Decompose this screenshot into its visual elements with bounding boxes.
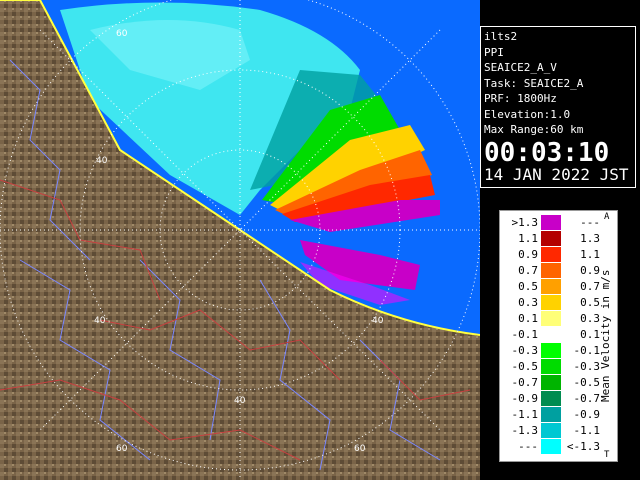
range-label-40-n: 40	[96, 156, 108, 166]
legend-upper-value: 0.3	[580, 312, 600, 325]
elevation-value: Elevation:1.0	[484, 107, 571, 121]
legend-lower-value: ---	[518, 440, 538, 453]
legend-upper-value: 0.1	[580, 328, 600, 341]
legend-upper-value: 0.9	[580, 264, 600, 277]
legend-row: 0.7 0.9	[500, 263, 600, 278]
legend-lower-value: 0.9	[518, 248, 538, 261]
legend-color-swatch	[541, 295, 561, 310]
legend-lower-value: -0.5	[511, 360, 539, 373]
range-label-40-e: 40	[372, 316, 384, 326]
legend-lower-value: -1.3	[511, 424, 539, 437]
legend-row: 0.5 0.7	[500, 279, 600, 294]
legend-row: 0.3 0.5	[500, 295, 600, 310]
radar-info-panel: ilts2 PPI SEAICE2_A_V Task: SEAICE2_A PR…	[480, 26, 636, 188]
legend-row: -0.7 -0.5	[500, 375, 600, 390]
legend-row: >1.3 ---	[500, 215, 600, 230]
legend-color-swatch	[541, 343, 561, 358]
scan-date: 14 JAN 2022 JST	[484, 164, 629, 184]
legend-color-swatch	[541, 439, 561, 454]
legend-row: -0.9 -0.7	[500, 391, 600, 406]
scan-time: 00:03:10	[484, 137, 610, 168]
legend-lower-value: 1.1	[518, 232, 538, 245]
legend-color-swatch	[541, 391, 561, 406]
legend-lower-value: 0.3	[518, 296, 538, 309]
velocity-color-legend: >1.3 --- 1.1 1.3 0.9 1.1 0.7 0.9 0.5 0.7 0.3 0.5 0.1…	[499, 210, 618, 462]
legend-lower-value: -0.9	[511, 392, 539, 405]
product-type: PPI	[484, 45, 504, 59]
range-label-60-nw: 60	[116, 29, 128, 39]
legend-row: -0.3 -0.1	[500, 343, 600, 358]
legend-away-mark: A	[604, 212, 610, 222]
range-label-40-w: 40	[94, 316, 106, 326]
legend-color-swatch	[541, 407, 561, 422]
range-label-40-s: 40	[234, 396, 246, 406]
legend-color-swatch	[541, 311, 561, 326]
range-label-60-se: 60	[354, 444, 366, 454]
legend-upper-value: 0.7	[580, 280, 600, 293]
legend-color-swatch	[541, 215, 561, 230]
legend-lower-value: 0.7	[518, 264, 538, 277]
legend-upper-value: 0.5	[580, 296, 600, 309]
legend-color-swatch	[541, 247, 561, 262]
legend-row: -0.1 0.1	[500, 327, 600, 342]
legend-row: -1.3 -1.1	[500, 423, 600, 438]
legend-upper-value: -0.3	[573, 360, 601, 373]
legend-upper-value: -0.1	[573, 344, 601, 357]
legend-lower-value: -1.1	[511, 408, 539, 421]
site-name: ilts2	[484, 30, 518, 43]
legend-row: 1.1 1.3	[500, 231, 600, 246]
legend-upper-value: -0.9	[573, 408, 601, 421]
legend-row: -0.5 -0.3	[500, 359, 600, 374]
legend-color-swatch	[541, 423, 561, 438]
legend-title: Mean Velocity in m/s	[599, 269, 612, 403]
legend-upper-value: ---	[580, 216, 600, 229]
legend-row: 0.9 1.1	[500, 247, 600, 262]
legend-lower-value: -0.1	[511, 328, 539, 341]
legend-color-swatch	[541, 279, 561, 294]
legend-row: --- <-1.3	[500, 439, 600, 454]
legend-upper-value: <-1.3	[566, 440, 600, 453]
legend-lower-value: 0.5	[518, 280, 538, 293]
legend-row: 0.1 0.3	[500, 311, 600, 326]
legend-upper-value: -0.7	[573, 392, 601, 405]
legend-color-swatch	[541, 327, 561, 342]
legend-color-swatch	[541, 359, 561, 374]
legend-color-swatch	[541, 231, 561, 246]
legend-color-swatch	[541, 263, 561, 278]
legend-upper-value: 1.3	[580, 232, 600, 245]
legend-upper-value: -1.1	[573, 424, 601, 437]
max-range-value: Max Range:60 km	[484, 123, 584, 136]
legend-lower-value: -0.3	[511, 344, 539, 357]
legend-upper-value: -0.5	[573, 376, 601, 389]
legend-lower-value: >1.3	[511, 216, 539, 229]
radar-ppi-display: 40 40 40 40 60 60 60	[0, 0, 480, 480]
volume-name: SEAICE2_A_V	[484, 61, 557, 74]
legend-lower-value: 0.1	[518, 312, 538, 325]
legend-row: -1.1 -0.9	[500, 407, 600, 422]
task-name: Task: SEAICE2_A	[484, 76, 584, 90]
range-label-60-sw: 60	[116, 444, 128, 454]
legend-toward-mark: T	[604, 450, 610, 460]
legend-color-swatch	[541, 375, 561, 390]
legend-lower-value: -0.7	[511, 376, 539, 389]
legend-upper-value: 1.1	[580, 248, 600, 261]
prf-value: PRF: 1800Hz	[484, 92, 557, 105]
